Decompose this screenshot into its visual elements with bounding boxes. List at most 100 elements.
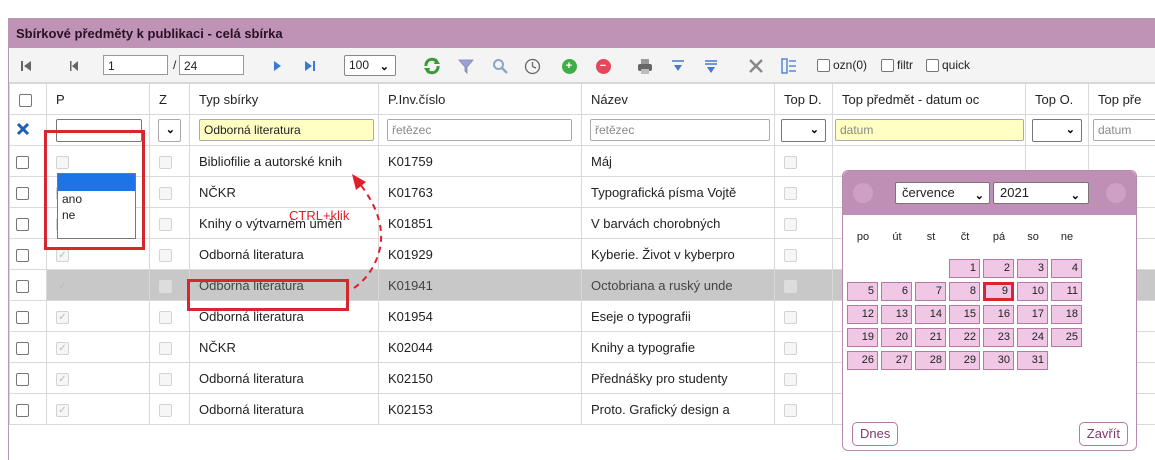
filter-icon[interactable] [457,56,475,76]
tools-icon[interactable] [746,56,766,76]
col-header-p[interactable]: P [47,84,150,115]
columns-icon[interactable] [779,56,799,76]
row-checkbox[interactable] [16,311,29,324]
col-header-inv[interactable]: P.Inv.číslo [379,84,582,115]
calendar-day[interactable]: 28 [915,351,946,370]
calendar-day[interactable]: 1 [949,259,980,278]
z-checkbox [159,249,172,262]
select-all-checkbox[interactable] [19,94,32,107]
calendar-day[interactable]: 2 [983,259,1014,278]
select-all-cell[interactable] [10,84,47,115]
clock-icon[interactable] [523,56,541,76]
prev-month-icon[interactable] [853,183,873,203]
calendar-day[interactable]: 23 [983,328,1014,347]
row-checkbox[interactable] [16,280,29,293]
col-header-top-o[interactable]: Top O. [1026,84,1089,115]
filter-z-select[interactable]: ⌄ [158,119,181,142]
print-icon[interactable] [635,56,655,76]
search-icon[interactable] [491,56,509,76]
ozn-checkbox[interactable]: ozn(0) [817,58,867,72]
calendar-day[interactable]: 22 [949,328,980,347]
calendar-day[interactable]: 6 [881,282,912,301]
clear-filter-icon[interactable] [16,122,30,136]
calendar-day[interactable]: 3 [1017,259,1048,278]
today-button[interactable]: Dnes [852,422,898,446]
calendar-day[interactable]: 20 [881,328,912,347]
calendar-day[interactable]: 7 [915,282,946,301]
calendar-day[interactable]: 25 [1051,328,1082,347]
filter-top-o-select[interactable]: ⌄ [1032,119,1082,142]
page-size-select[interactable]: 100 ⌄ [344,55,396,76]
row-checkbox[interactable] [16,404,29,417]
sort-desc-icon[interactable] [702,56,720,76]
calendar-day[interactable]: 4 [1051,259,1082,278]
calendar-day[interactable]: 18 [1051,305,1082,324]
remove-icon[interactable]: − [594,56,612,76]
z-checkbox [159,311,172,324]
calendar-day[interactable]: 5 [847,282,878,301]
calendar-day[interactable]: 24 [1017,328,1048,347]
z-checkbox [159,404,172,417]
row-checkbox[interactable] [16,218,29,231]
ozn-checkbox-box[interactable] [817,59,830,72]
calendar-day[interactable]: 14 [915,305,946,324]
calendar-day[interactable]: 11 [1051,282,1082,301]
calendar-day[interactable]: 16 [983,305,1014,324]
month-select[interactable]: července ⌄ [895,182,990,204]
filter-datum-input[interactable]: datum [835,119,1024,141]
z-checkbox [159,218,172,231]
calendar-day[interactable]: 12 [847,305,878,324]
next-page-icon[interactable] [271,56,285,76]
page-current-input[interactable]: 1 [103,55,168,75]
calendar-day[interactable]: 15 [949,305,980,324]
col-header-top-d[interactable]: Top D. [775,84,833,115]
filter-nazev-input[interactable]: řetězec [590,119,770,141]
calendar-day-selected[interactable]: 9 [983,282,1014,301]
filtr-checkbox[interactable]: filtr [881,58,913,72]
ozn-label: ozn(0) [833,58,867,72]
col-header-top-pre[interactable]: Top pře [1089,84,1155,115]
cell-inv: K01851 [379,208,582,239]
calendar-day[interactable]: 8 [949,282,980,301]
calendar-day[interactable]: 26 [847,351,878,370]
row-checkbox[interactable] [16,373,29,386]
col-header-top-datum[interactable]: Top předmět - datum oc [833,84,1026,115]
calendar-day[interactable]: 13 [881,305,912,324]
cell-nazev: Kyberie. Život v kyberpro [582,239,775,270]
calendar-day[interactable]: 31 [1017,351,1048,370]
calendar-day[interactable]: 19 [847,328,878,347]
quick-checkbox-box[interactable] [926,59,939,72]
filter-typ-input[interactable]: Odborná literatura [199,119,374,141]
quick-checkbox[interactable]: quick [926,58,970,72]
last-page-icon[interactable] [303,56,319,76]
prev-page-icon[interactable] [67,56,81,76]
filter-top-pre-cell: datum [1089,115,1155,146]
filter-datum2-input[interactable]: datum [1093,119,1155,141]
calendar-day[interactable]: 29 [949,351,980,370]
calendar-day[interactable]: 27 [881,351,912,370]
col-header-typ[interactable]: Typ sbírky [190,84,379,115]
col-header-nazev[interactable]: Název [582,84,775,115]
close-button[interactable]: Zavřít [1079,422,1128,446]
calendar-day[interactable]: 21 [915,328,946,347]
row-checkbox[interactable] [16,187,29,200]
first-page-icon[interactable] [19,56,33,76]
next-month-icon[interactable] [1106,183,1126,203]
cell-inv: K01759 [379,146,582,177]
p-checkbox [56,249,69,262]
year-select[interactable]: 2021 ⌄ [993,182,1089,204]
row-checkbox[interactable] [16,249,29,262]
row-checkbox[interactable] [16,342,29,355]
sort-asc-icon[interactable] [669,56,687,76]
refresh-icon[interactable] [421,56,443,76]
col-header-z[interactable]: Z [150,84,190,115]
calendar-day[interactable]: 30 [983,351,1014,370]
calendar-day[interactable]: 17 [1017,305,1048,324]
add-icon[interactable]: + [560,56,578,76]
filter-inv-input[interactable]: řetězec [387,119,572,141]
filtr-checkbox-box[interactable] [881,59,894,72]
calendar-day[interactable]: 10 [1017,282,1048,301]
row-checkbox[interactable] [16,156,29,169]
filter-top-d-select[interactable]: ⌄ [781,119,826,142]
clear-filter-cell[interactable] [10,115,47,146]
